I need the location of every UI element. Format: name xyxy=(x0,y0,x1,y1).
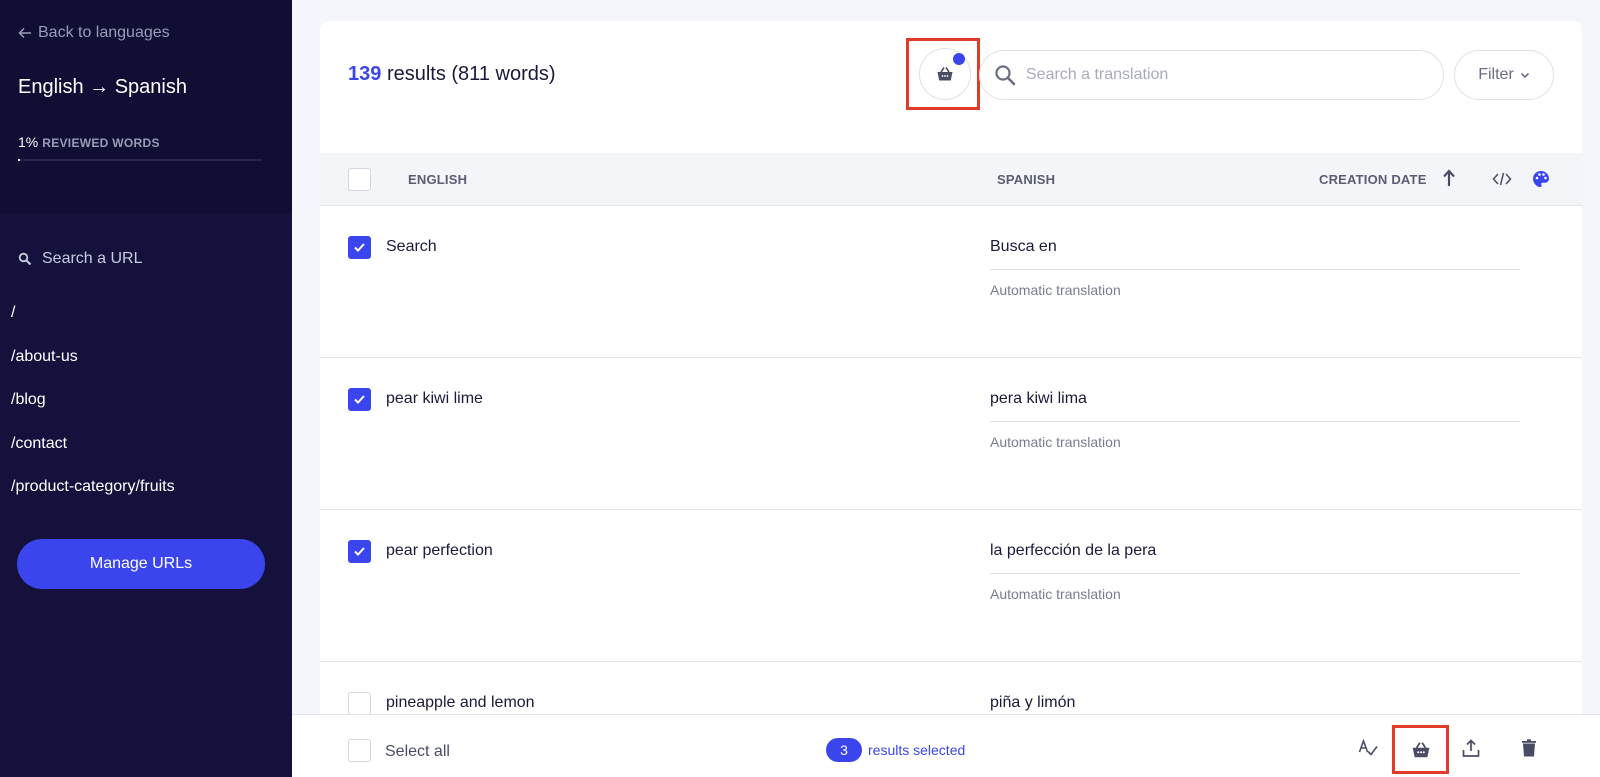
translation-divider xyxy=(990,421,1520,422)
column-english: ENGLISH xyxy=(408,172,468,187)
upload-icon xyxy=(1462,739,1480,757)
translation-status: Automatic translation xyxy=(990,434,1121,450)
table-header: ENGLISH SPANISH CREATION DATE xyxy=(320,153,1582,206)
basket-highlight xyxy=(906,38,980,110)
reviewed-percent: 1% xyxy=(18,134,39,150)
url-search-placeholder: Search a URL xyxy=(42,250,143,267)
select-all-label[interactable]: Select all xyxy=(385,743,450,761)
results-count: 139 xyxy=(348,63,382,85)
bulk-action-bar: Select all 3 results selected xyxy=(292,714,1600,777)
url-list: / /about-us /blog /contact /product-cate… xyxy=(11,304,175,522)
arrow-left-icon xyxy=(18,27,31,39)
translation-text[interactable]: pera kiwi lima xyxy=(990,390,1087,408)
sidebar-header: Back to languages English → Spanish 1% R… xyxy=(0,0,292,214)
trash-icon xyxy=(1522,739,1536,757)
back-link-label: Back to languages xyxy=(38,24,170,41)
translation-text[interactable]: Busca en xyxy=(990,238,1057,256)
translation-text[interactable]: piña y limón xyxy=(990,694,1075,712)
url-item[interactable]: /about-us xyxy=(11,348,175,392)
translations-panel: 139 results (811 words) Filter ENGLISH S… xyxy=(320,21,1582,777)
source-text: pear kiwi lime xyxy=(386,390,483,407)
sort-up-icon[interactable] xyxy=(1442,169,1456,187)
translation-status: Automatic translation xyxy=(990,282,1121,298)
check-icon xyxy=(354,395,365,404)
add-to-basket-button[interactable] xyxy=(1392,725,1449,774)
basket-icon xyxy=(1412,741,1429,757)
reviewed-progress-fill xyxy=(18,159,21,161)
row-checkbox[interactable] xyxy=(348,236,371,259)
filter-button[interactable]: Filter xyxy=(1454,50,1554,100)
column-creation-date[interactable]: CREATION DATE xyxy=(1319,172,1427,187)
url-search-input[interactable]: Search a URL xyxy=(18,250,143,268)
column-spanish: SPANISH xyxy=(997,172,1056,187)
sidebar: Back to languages English → Spanish 1% R… xyxy=(0,0,292,777)
table-row[interactable]: Search Busca en Automatic translation xyxy=(320,206,1582,358)
delete-button[interactable] xyxy=(1516,735,1542,761)
manage-urls-button[interactable]: Manage URLs xyxy=(17,539,265,589)
table-row[interactable]: pear kiwi lime pera kiwi lima Automatic … xyxy=(320,358,1582,510)
url-item[interactable]: /contact xyxy=(11,435,175,479)
row-checkbox[interactable] xyxy=(348,540,371,563)
spellcheck-icon xyxy=(1358,738,1378,756)
code-icon[interactable] xyxy=(1492,171,1512,187)
translation-search[interactable] xyxy=(979,50,1444,100)
table-row[interactable]: pear perfection la perfección de la pera… xyxy=(320,510,1582,662)
search-icon xyxy=(18,252,32,266)
check-icon xyxy=(354,243,365,252)
source-text: Search xyxy=(386,238,437,255)
header-checkbox[interactable] xyxy=(348,168,371,191)
translation-status: Automatic translation xyxy=(990,586,1121,602)
url-item[interactable]: /blog xyxy=(11,391,175,435)
chevron-down-icon xyxy=(1520,72,1529,79)
translation-search-input[interactable] xyxy=(1026,66,1426,84)
filter-label: Filter xyxy=(1478,66,1514,83)
reviewed-progress-bar xyxy=(18,159,262,161)
row-checkbox[interactable] xyxy=(348,692,371,715)
translation-divider xyxy=(990,269,1520,270)
export-button[interactable] xyxy=(1458,735,1484,761)
source-text: pear perfection xyxy=(386,542,493,559)
url-item[interactable]: / xyxy=(11,304,175,348)
reviewed-words: 1% REVIEWED WORDS xyxy=(18,134,160,150)
select-all-checkbox[interactable] xyxy=(348,739,371,762)
translation-text[interactable]: la perfección de la pera xyxy=(990,542,1156,560)
basket-button[interactable] xyxy=(919,48,971,100)
translation-divider xyxy=(990,573,1520,574)
results-text: results (811 words) xyxy=(386,63,556,85)
basket-notification-dot xyxy=(953,53,965,65)
palette-icon[interactable] xyxy=(1532,170,1550,188)
selected-text: results selected xyxy=(868,742,966,758)
source-text: pineapple and lemon xyxy=(386,694,535,711)
check-icon xyxy=(354,547,365,556)
basket-icon xyxy=(937,67,953,81)
selected-count-badge: 3 xyxy=(826,738,862,762)
url-item[interactable]: /product-category/fruits xyxy=(11,478,175,522)
reviewed-label: REVIEWED WORDS xyxy=(42,136,160,150)
row-checkbox[interactable] xyxy=(348,388,371,411)
language-pair-title: English → Spanish xyxy=(18,76,187,98)
back-to-languages-link[interactable]: Back to languages xyxy=(18,24,170,42)
results-summary: 139 results (811 words) xyxy=(348,63,556,86)
review-button[interactable] xyxy=(1355,735,1381,761)
search-icon xyxy=(995,65,1016,86)
